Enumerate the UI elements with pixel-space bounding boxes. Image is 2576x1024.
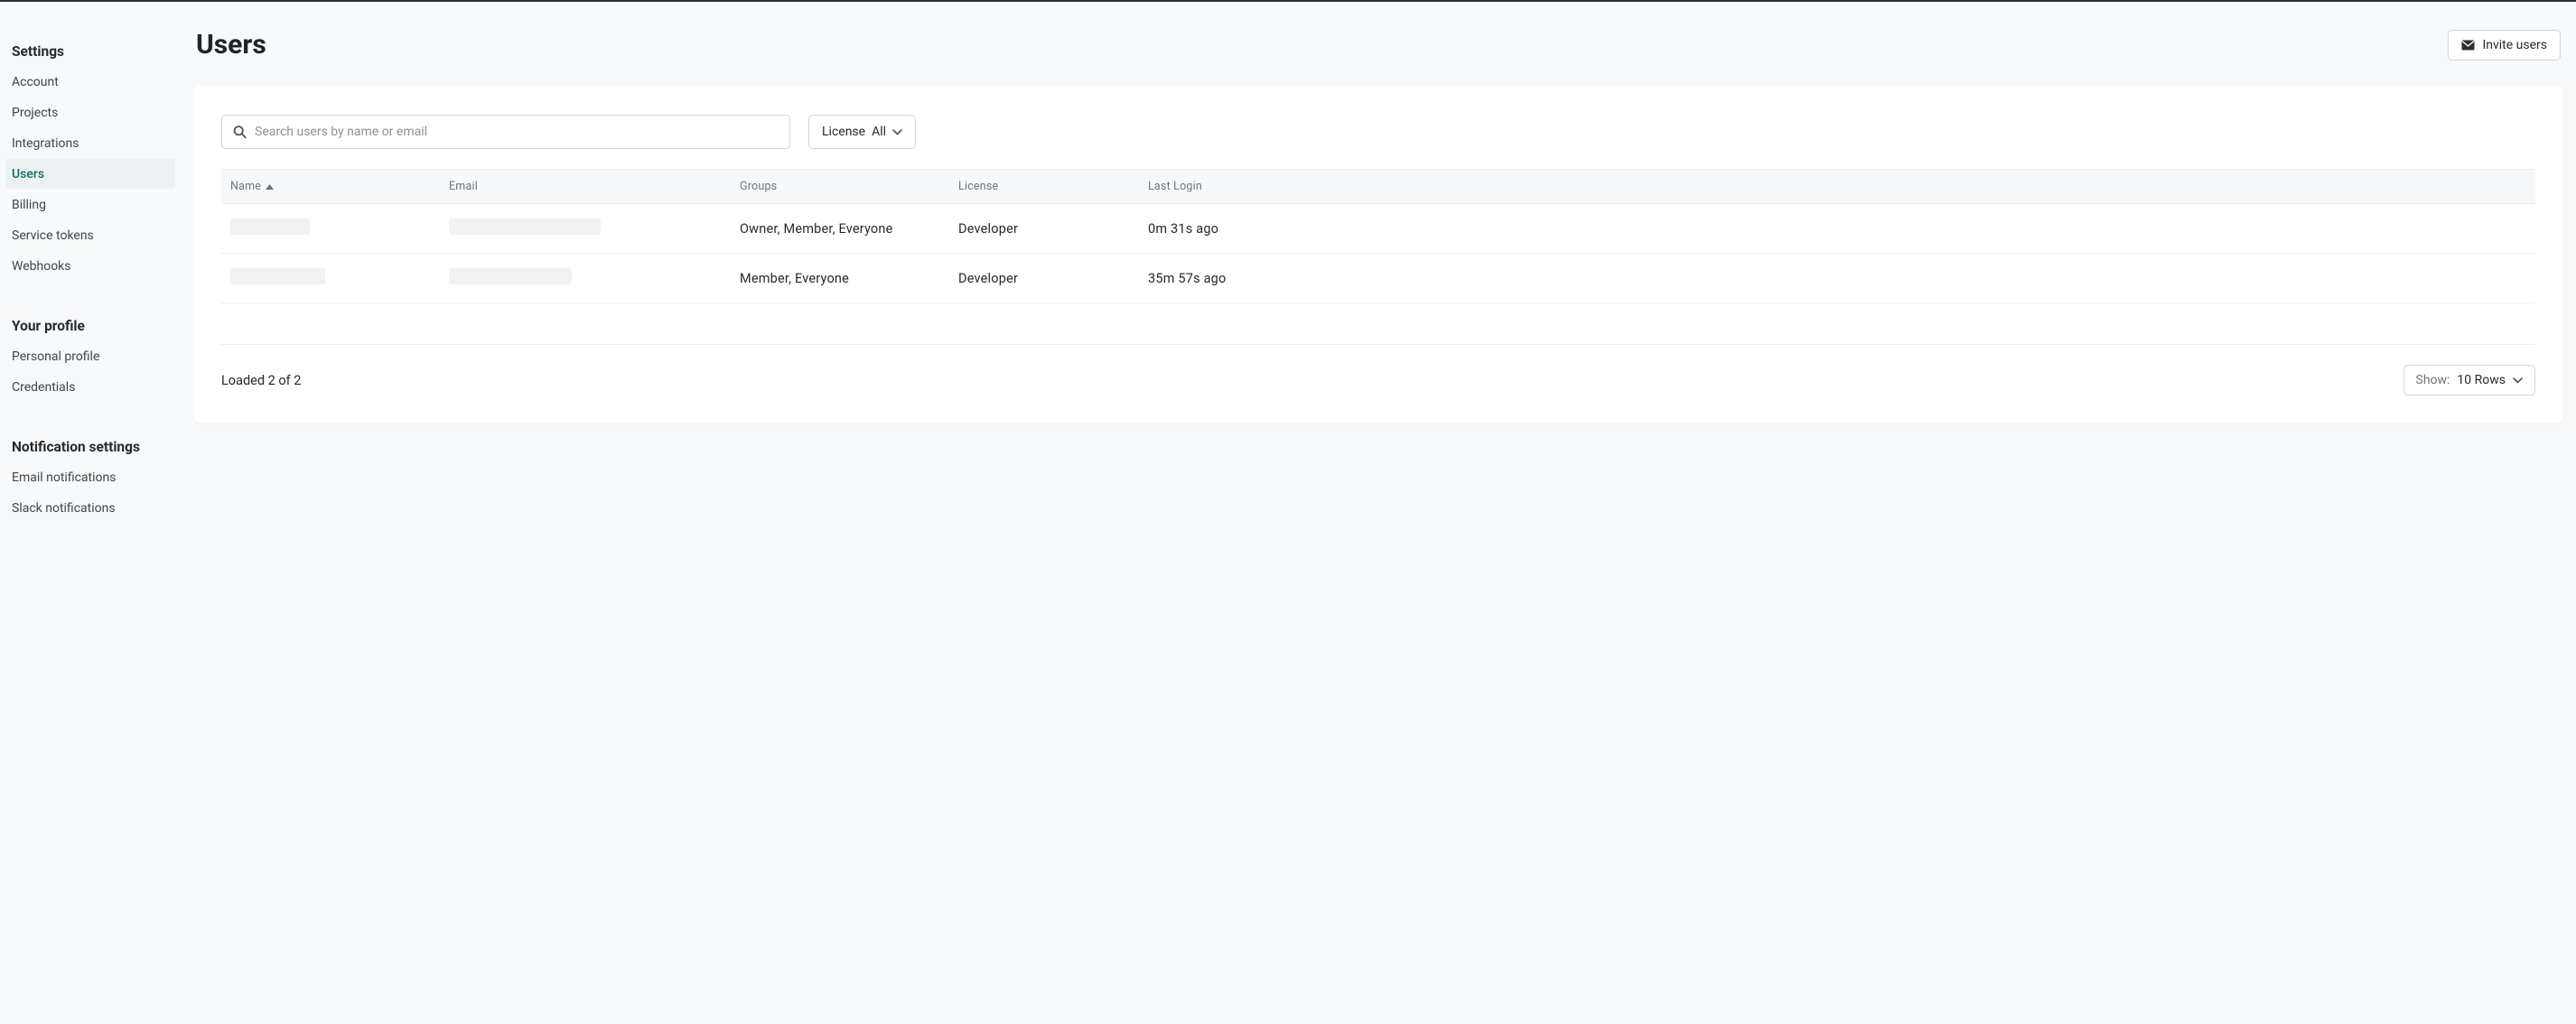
sidebar-item-projects[interactable]: Projects bbox=[5, 98, 175, 127]
mail-icon bbox=[2461, 40, 2475, 51]
th-last-login[interactable]: Last Login bbox=[1148, 180, 2526, 193]
sidebar-item-email-notifications[interactable]: Email notifications bbox=[5, 462, 175, 492]
td-last-login: 35m 57s ago bbox=[1148, 271, 2526, 286]
td-license: Developer bbox=[958, 221, 1148, 237]
th-groups[interactable]: Groups bbox=[740, 180, 958, 193]
th-license-label: License bbox=[958, 180, 998, 193]
table-row[interactable]: Owner, Member, Everyone Developer 0m 31s… bbox=[221, 204, 2535, 254]
td-groups: Owner, Member, Everyone bbox=[740, 221, 958, 237]
nav-heading-notification-settings: Notification settings bbox=[5, 432, 175, 462]
rows-value: 10 Rows bbox=[2457, 373, 2506, 387]
sidebar-item-integrations[interactable]: Integrations bbox=[5, 128, 175, 158]
sidebar-item-billing[interactable]: Billing bbox=[5, 190, 175, 219]
license-filter-value: All bbox=[872, 125, 886, 139]
license-filter-label: License bbox=[822, 125, 865, 139]
td-license: Developer bbox=[958, 271, 1148, 286]
rows-per-page-button[interactable]: Show: 10 Rows bbox=[2403, 365, 2536, 396]
th-name[interactable]: Name bbox=[230, 180, 449, 193]
redacted-name bbox=[230, 268, 325, 284]
th-license[interactable]: License bbox=[958, 180, 1148, 193]
th-email-label: Email bbox=[449, 180, 478, 193]
search-icon bbox=[233, 126, 247, 139]
td-email bbox=[449, 268, 740, 288]
license-filter-button[interactable]: License All bbox=[808, 115, 916, 149]
th-groups-label: Groups bbox=[740, 180, 777, 193]
td-last-login: 0m 31s ago bbox=[1148, 221, 2526, 237]
page-title: Users bbox=[196, 29, 266, 61]
table-row[interactable]: Member, Everyone Developer 35m 57s ago bbox=[221, 254, 2535, 303]
sidebar-item-account[interactable]: Account bbox=[5, 67, 175, 97]
sidebar-item-credentials[interactable]: Credentials bbox=[5, 372, 175, 402]
redacted-email bbox=[449, 219, 601, 235]
chevron-down-icon bbox=[2513, 377, 2523, 384]
sidebar-item-slack-notifications[interactable]: Slack notifications bbox=[5, 493, 175, 523]
th-email[interactable]: Email bbox=[449, 180, 740, 193]
loaded-text: Loaded 2 of 2 bbox=[221, 373, 301, 388]
td-name bbox=[230, 268, 449, 288]
sidebar-item-webhooks[interactable]: Webhooks bbox=[5, 251, 175, 281]
sidebar-nav: Settings Account Projects Integrations U… bbox=[0, 2, 181, 1024]
sidebar-item-service-tokens[interactable]: Service tokens bbox=[5, 220, 175, 250]
sidebar-item-users[interactable]: Users bbox=[5, 159, 175, 189]
main-content: Users Invite users bbox=[181, 2, 2576, 1024]
th-name-label: Name bbox=[230, 180, 261, 193]
redacted-email bbox=[449, 268, 572, 284]
sidebar-item-personal-profile[interactable]: Personal profile bbox=[5, 341, 175, 371]
search-input[interactable] bbox=[221, 115, 790, 149]
nav-heading-settings: Settings bbox=[5, 36, 175, 67]
users-panel: License All Name Emai bbox=[194, 86, 2562, 423]
chevron-down-icon bbox=[892, 129, 902, 135]
th-last-login-label: Last Login bbox=[1148, 180, 1202, 193]
td-groups: Member, Everyone bbox=[740, 271, 958, 286]
td-name bbox=[230, 219, 449, 238]
sort-asc-icon bbox=[266, 184, 274, 190]
table-header: Name Email Groups License Last Login bbox=[221, 169, 2535, 204]
nav-heading-your-profile: Your profile bbox=[5, 311, 175, 341]
td-email bbox=[449, 219, 740, 238]
redacted-name bbox=[230, 219, 310, 235]
invite-users-label: Invite users bbox=[2482, 38, 2547, 52]
show-label: Show: bbox=[2416, 373, 2450, 387]
invite-users-button[interactable]: Invite users bbox=[2448, 30, 2561, 61]
